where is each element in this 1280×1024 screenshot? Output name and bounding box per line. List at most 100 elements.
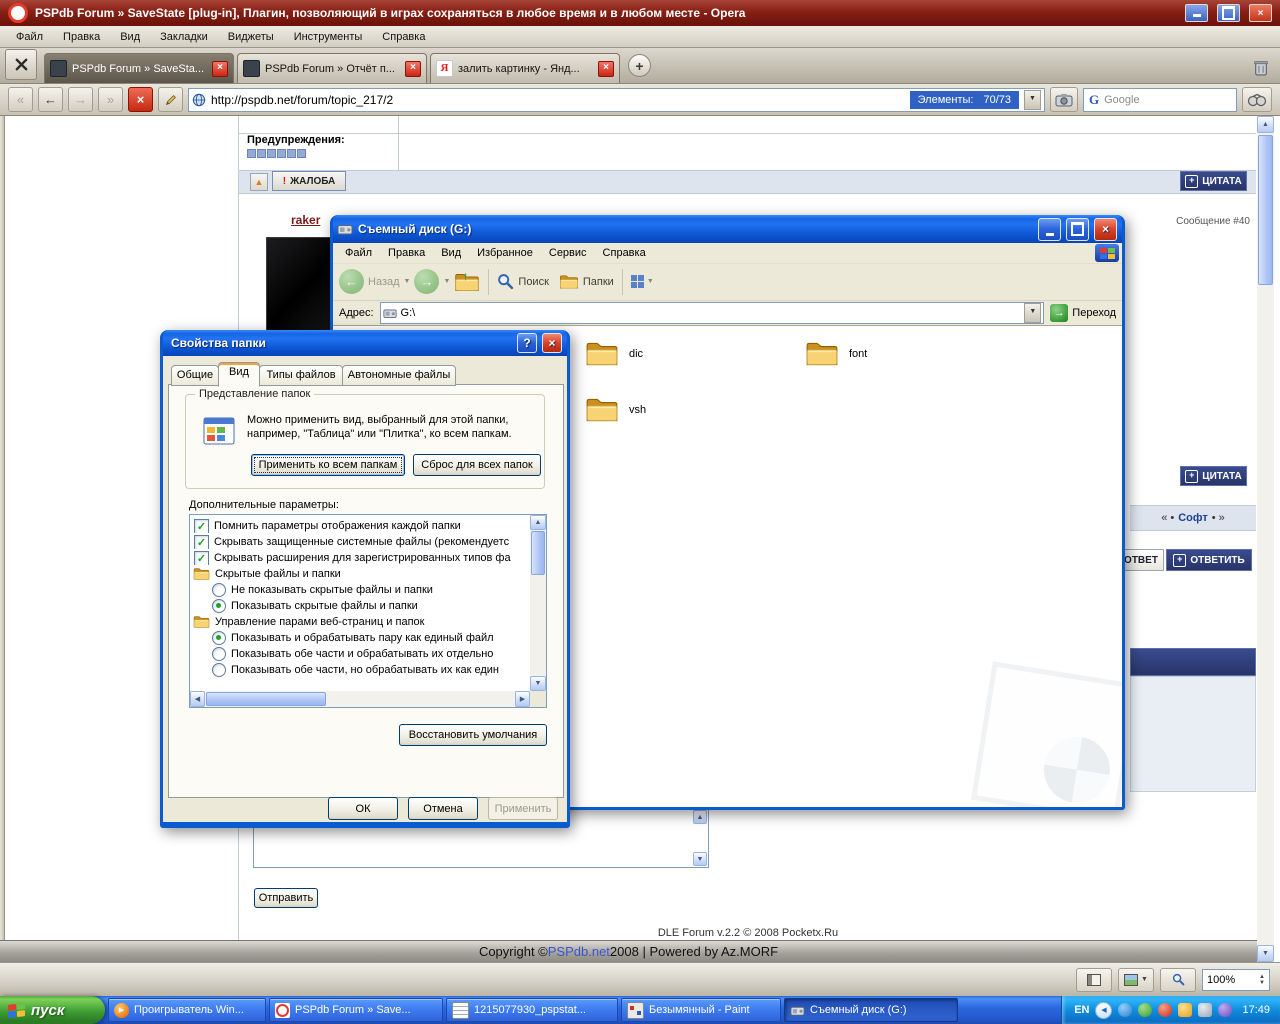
google-search-field[interactable]: G Google <box>1083 87 1237 112</box>
opt-pair-separate[interactable]: Показывать обе части и обрабатывать их о… <box>212 647 524 661</box>
tray-clock[interactable]: 17:49 <box>1242 1004 1270 1016</box>
page-scrollbar[interactable]: ▲ ▼ <box>1257 116 1274 962</box>
checkbox-icon[interactable]: ✓ <box>194 519 209 533</box>
maximize-button[interactable] <box>1217 4 1240 22</box>
radio-icon[interactable] <box>212 647 226 661</box>
scrollbar-down-arrow[interactable]: ▼ <box>530 676 546 691</box>
new-tab-button[interactable]: + <box>628 54 651 77</box>
tab-close-icon[interactable]: × <box>212 60 228 77</box>
scroll-top-button[interactable]: ▲ <box>250 173 268 191</box>
closed-tabs-trash-button[interactable] <box>1253 59 1269 76</box>
menu-edit[interactable]: Правка <box>53 28 110 46</box>
folders-button[interactable]: Папки <box>559 274 614 290</box>
scrollbar-up-arrow[interactable]: ▲ <box>1257 116 1274 133</box>
tray-icon-2[interactable] <box>1138 1003 1153 1017</box>
dialog-titlebar[interactable]: Свойства папки ? × <box>163 330 567 356</box>
textarea-scroll-down[interactable]: ▼ <box>693 852 707 866</box>
tray-icon-4[interactable] <box>1178 1003 1193 1017</box>
views-button[interactable]: ▼ <box>630 275 654 288</box>
pspdb-link[interactable]: PSPdb.net <box>548 944 610 959</box>
tray-icon-6[interactable] <box>1218 1003 1233 1017</box>
tab-pspdb-report[interactable]: PSPdb Forum » Отчёт п... × <box>237 53 427 83</box>
rewind-button[interactable]: « <box>8 87 33 112</box>
row-remember-settings[interactable]: ✓ Помнить параметры отображения каждой па… <box>194 519 524 533</box>
checkbox-icon[interactable]: ✓ <box>194 535 209 549</box>
back-button[interactable]: ← <box>38 87 63 112</box>
maximize-button[interactable] <box>1066 217 1089 241</box>
post-author-link[interactable]: raker <box>291 213 320 227</box>
start-button[interactable]: пуск <box>0 996 105 1024</box>
tab-view[interactable]: Вид <box>218 362 260 387</box>
soft-category-link[interactable]: Софт <box>1178 512 1208 524</box>
ok-button[interactable]: ОК <box>328 797 398 820</box>
tab-close-icon[interactable]: × <box>405 60 421 77</box>
address-dropdown-arrow[interactable]: ▼ <box>1024 89 1041 110</box>
close-button[interactable]: × <box>1094 217 1117 241</box>
close-button[interactable]: × <box>542 333 562 353</box>
cancel-button[interactable]: Отмена <box>408 797 478 820</box>
tab-general[interactable]: Общие <box>171 365 219 386</box>
menu-file[interactable]: Файл <box>6 28 53 46</box>
explorer-address-field[interactable]: G:\ ▼ <box>379 301 1045 324</box>
tray-icon-5[interactable] <box>1198 1003 1213 1017</box>
opt-pair-single[interactable]: Показывать и обрабатывать пару как едины… <box>212 631 524 645</box>
advanced-options-listbox[interactable]: ✓ Помнить параметры отображения каждой па… <box>189 514 547 708</box>
images-toggle-button[interactable]: ▼ <box>1118 967 1154 992</box>
task-notepad[interactable]: 1215077930_pspstat... <box>446 998 618 1022</box>
snapshot-button[interactable] <box>1050 87 1078 112</box>
group-hidden-files[interactable]: Скрытые файлы и папки <box>193 567 523 581</box>
scrollbar-down-arrow[interactable]: ▼ <box>1257 945 1274 962</box>
search-button[interactable]: Поиск <box>497 273 549 290</box>
find-on-page-button[interactable] <box>1242 87 1272 112</box>
answer-button[interactable]: + ОТВЕТИТЬ <box>1166 549 1252 571</box>
restore-defaults-button[interactable]: Восстановить умолчания <box>399 724 547 746</box>
forward-dropdown-arrow[interactable]: ▼ <box>443 278 450 285</box>
task-explorer-disk[interactable]: Съемный диск (G:) <box>784 998 958 1022</box>
radio-icon[interactable] <box>212 583 226 597</box>
go-button[interactable]: → Переход <box>1050 303 1116 322</box>
help-button[interactable]: ? <box>517 333 537 353</box>
forward-button[interactable]: → <box>414 269 440 294</box>
tray-icon-3[interactable] <box>1158 1003 1173 1017</box>
minimize-button[interactable] <box>1185 4 1208 22</box>
menu-service[interactable]: Сервис <box>541 245 595 261</box>
task-opera[interactable]: PSPdb Forum » Save... <box>269 998 443 1022</box>
back-button[interactable]: ← <box>339 269 364 294</box>
tab-pspdb-savestate[interactable]: PSPdb Forum » SaveSta... × <box>44 53 234 83</box>
back-dropdown-arrow[interactable]: ▼ <box>404 278 411 285</box>
url-text[interactable]: http://pspdb.net/forum/topic_217/2 <box>211 93 905 107</box>
forward-button[interactable]: → <box>68 87 93 112</box>
list-vscrollbar[interactable]: ▲ ▼ <box>530 515 546 691</box>
menu-widgets[interactable]: Виджеты <box>218 28 284 46</box>
opt-dont-show-hidden[interactable]: Не показывать скрытые файлы и папки <box>212 583 524 597</box>
zoom-spinner-arrows[interactable]: ▲ ▼ <box>1259 974 1265 986</box>
address-field[interactable]: http://pspdb.net/forum/topic_217/2 Элеме… <box>188 87 1045 112</box>
language-indicator[interactable]: EN <box>1074 1004 1089 1016</box>
explorer-titlebar[interactable]: Съемный диск (G:) × <box>333 215 1122 243</box>
up-button[interactable]: ↑ <box>454 269 480 294</box>
scrollbar-thumb[interactable] <box>1258 135 1273 285</box>
scrollbar-up-arrow[interactable]: ▲ <box>530 515 546 530</box>
stop-button[interactable]: × <box>128 87 153 112</box>
row-hide-extensions[interactable]: ✓ Скрывать расширения для зарегистрирован… <box>194 551 524 565</box>
tab-offline-files[interactable]: Автономные файлы <box>342 365 456 386</box>
zoom-button[interactable] <box>1160 967 1196 992</box>
hide-tray-icons-button[interactable]: ◀ <box>1095 1001 1113 1019</box>
menu-edit[interactable]: Правка <box>380 245 433 261</box>
task-wmp[interactable]: ▶ Проигрыватель Win... <box>108 998 266 1022</box>
menu-help[interactable]: Справка <box>372 28 435 46</box>
tab-file-types[interactable]: Типы файлов <box>259 365 343 386</box>
panel-splitter[interactable] <box>0 116 5 962</box>
menu-view[interactable]: Вид <box>110 28 150 46</box>
radio-icon[interactable] <box>212 631 226 645</box>
zoom-level-select[interactable]: 100% ▲ ▼ <box>1202 968 1270 991</box>
tray-icon-1[interactable] <box>1118 1003 1133 1017</box>
tab-yandex-upload[interactable]: Я залить картинку - Янд... × <box>430 53 620 83</box>
scrollbar-thumb[interactable] <box>531 531 545 575</box>
views-dropdown-arrow[interactable]: ▼ <box>647 278 654 285</box>
quote-button-2[interactable]: + ЦИТАТА <box>1180 466 1247 486</box>
menu-file[interactable]: Файл <box>337 245 380 261</box>
report-button[interactable]: ! ЖАЛОБА <box>272 171 346 191</box>
opt-pair-both[interactable]: Показывать обе части, но обрабатывать их… <box>212 663 524 677</box>
panels-toggle-button[interactable] <box>5 49 37 80</box>
